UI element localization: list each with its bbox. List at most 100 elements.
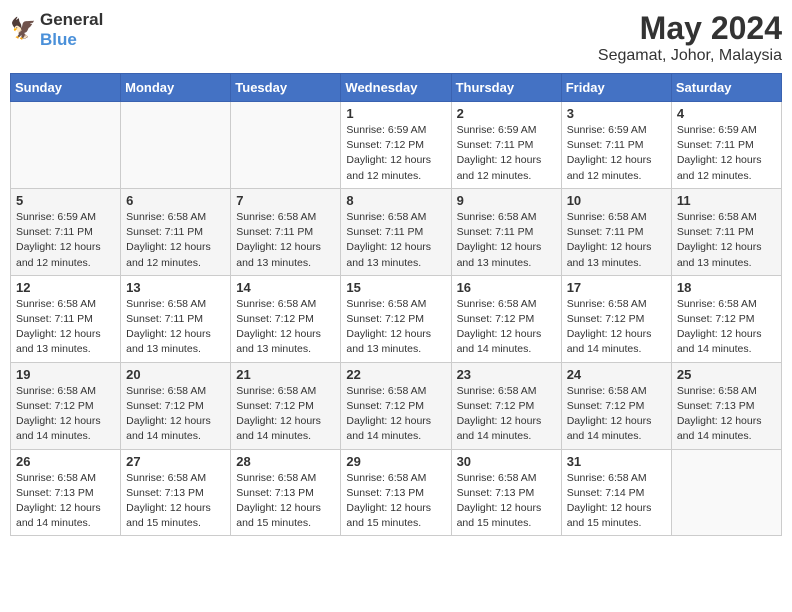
day-number: 22 <box>346 367 445 382</box>
calendar-cell: 9 Sunrise: 6:58 AM Sunset: 7:11 PM Daylig… <box>451 188 561 275</box>
day-info: Sunrise: 6:58 AM Sunset: 7:11 PM Dayligh… <box>677 210 776 271</box>
calendar-cell: 22 Sunrise: 6:58 AM Sunset: 7:12 PM Dayli… <box>341 362 451 449</box>
day-number: 6 <box>126 193 225 208</box>
day-number: 26 <box>16 454 115 469</box>
day-info: Sunrise: 6:58 AM Sunset: 7:12 PM Dayligh… <box>457 297 556 358</box>
day-info: Sunrise: 6:58 AM Sunset: 7:11 PM Dayligh… <box>236 210 335 271</box>
day-number: 14 <box>236 280 335 295</box>
calendar-cell: 23Sunrise: 6:58 AM Sunset: 7:12 PM Dayli… <box>451 362 561 449</box>
month-year-title: May 2024 <box>598 10 782 47</box>
day-info: Sunrise: 6:58 AM Sunset: 7:12 PM Dayligh… <box>346 384 445 445</box>
day-info: Sunrise: 6:58 AM Sunset: 7:13 PM Dayligh… <box>457 471 556 532</box>
day-number: 28 <box>236 454 335 469</box>
calendar-cell: 10 Sunrise: 6:58 AM Sunset: 7:11 PM Dayli… <box>561 188 671 275</box>
calendar-cell: 29 Sunrise: 6:58 AM Sunset: 7:13 PM Dayli… <box>341 449 451 536</box>
calendar-cell <box>121 102 231 189</box>
day-number: 11 <box>677 193 776 208</box>
day-info: Sunrise: 6:58 AM Sunset: 7:12 PM Dayligh… <box>346 297 445 358</box>
weekday-header: Tuesday <box>231 74 341 102</box>
day-info: Sunrise: 6:58 AM Sunset: 7:12 PM Dayligh… <box>126 384 225 445</box>
calendar-week-row: 26 Sunrise: 6:58 AM Sunset: 7:13 PM Dayli… <box>11 449 782 536</box>
day-number: 19 <box>16 367 115 382</box>
day-number: 24 <box>567 367 666 382</box>
calendar-cell: 6Sunrise: 6:58 AM Sunset: 7:11 PM Daylig… <box>121 188 231 275</box>
day-number: 25 <box>677 367 776 382</box>
day-info: Sunrise: 6:58 AM Sunset: 7:13 PM Dayligh… <box>677 384 776 445</box>
day-number: 4 <box>677 106 776 121</box>
day-info: Sunrise: 6:58 AM Sunset: 7:11 PM Dayligh… <box>16 297 115 358</box>
calendar-cell: 24 Sunrise: 6:58 AM Sunset: 7:12 PM Dayli… <box>561 362 671 449</box>
day-number: 1 <box>346 106 445 121</box>
calendar-cell: 4 Sunrise: 6:59 AM Sunset: 7:11 PM Daylig… <box>671 102 781 189</box>
day-number: 2 <box>457 106 556 121</box>
calendar-cell: 11 Sunrise: 6:58 AM Sunset: 7:11 PM Dayli… <box>671 188 781 275</box>
weekday-header: Thursday <box>451 74 561 102</box>
day-info: Sunrise: 6:58 AM Sunset: 7:11 PM Dayligh… <box>346 210 445 271</box>
calendar-table: SundayMondayTuesdayWednesdayThursdayFrid… <box>10 73 782 536</box>
day-number: 20 <box>126 367 225 382</box>
day-number: 15 <box>346 280 445 295</box>
logo-text: General Blue <box>40 10 103 51</box>
calendar-cell: 28Sunrise: 6:58 AM Sunset: 7:13 PM Dayli… <box>231 449 341 536</box>
day-info: Sunrise: 6:59 AM Sunset: 7:11 PM Dayligh… <box>677 123 776 184</box>
day-info: Sunrise: 6:58 AM Sunset: 7:13 PM Dayligh… <box>126 471 225 532</box>
day-info: Sunrise: 6:59 AM Sunset: 7:12 PM Dayligh… <box>346 123 445 184</box>
day-info: Sunrise: 6:58 AM Sunset: 7:11 PM Dayligh… <box>567 210 666 271</box>
calendar-header-row: SundayMondayTuesdayWednesdayThursdayFrid… <box>11 74 782 102</box>
day-number: 12 <box>16 280 115 295</box>
day-number: 27 <box>126 454 225 469</box>
calendar-cell: 15 Sunrise: 6:58 AM Sunset: 7:12 PM Dayli… <box>341 275 451 362</box>
calendar-cell: 17 Sunrise: 6:58 AM Sunset: 7:12 PM Dayli… <box>561 275 671 362</box>
day-info: Sunrise: 6:58 AM Sunset: 7:12 PM Dayligh… <box>236 384 335 445</box>
day-info: Sunrise: 6:58 AM Sunset: 7:12 PM Dayligh… <box>16 384 115 445</box>
day-info: Sunrise: 6:58 AM Sunset: 7:12 PM Dayligh… <box>236 297 335 358</box>
calendar-cell: 27 Sunrise: 6:58 AM Sunset: 7:13 PM Dayli… <box>121 449 231 536</box>
calendar-cell: 18Sunrise: 6:58 AM Sunset: 7:12 PM Dayli… <box>671 275 781 362</box>
day-number: 21 <box>236 367 335 382</box>
weekday-header: Wednesday <box>341 74 451 102</box>
day-number: 10 <box>567 193 666 208</box>
calendar-cell <box>231 102 341 189</box>
calendar-cell: 12 Sunrise: 6:58 AM Sunset: 7:11 PM Dayli… <box>11 275 121 362</box>
day-number: 9 <box>457 193 556 208</box>
day-info: Sunrise: 6:58 AM Sunset: 7:14 PM Dayligh… <box>567 471 666 532</box>
day-number: 17 <box>567 280 666 295</box>
calendar-cell: 7 Sunrise: 6:58 AM Sunset: 7:11 PM Daylig… <box>231 188 341 275</box>
calendar-cell <box>671 449 781 536</box>
weekday-header: Sunday <box>11 74 121 102</box>
calendar-cell: 20 Sunrise: 6:58 AM Sunset: 7:12 PM Dayli… <box>121 362 231 449</box>
calendar-cell <box>11 102 121 189</box>
page-header: 🦅 General Blue May 2024 Segamat, Johor, … <box>10 10 782 65</box>
calendar-cell: 25 Sunrise: 6:58 AM Sunset: 7:13 PM Dayli… <box>671 362 781 449</box>
calendar-cell: 30Sunrise: 6:58 AM Sunset: 7:13 PM Dayli… <box>451 449 561 536</box>
calendar-cell: 21 Sunrise: 6:58 AM Sunset: 7:12 PM Dayli… <box>231 362 341 449</box>
day-info: Sunrise: 6:58 AM Sunset: 7:13 PM Dayligh… <box>346 471 445 532</box>
weekday-header: Monday <box>121 74 231 102</box>
weekday-header: Saturday <box>671 74 781 102</box>
day-info: Sunrise: 6:58 AM Sunset: 7:12 PM Dayligh… <box>677 297 776 358</box>
day-number: 13 <box>126 280 225 295</box>
day-info: Sunrise: 6:59 AM Sunset: 7:11 PM Dayligh… <box>457 123 556 184</box>
calendar-week-row: 19 Sunrise: 6:58 AM Sunset: 7:12 PM Dayli… <box>11 362 782 449</box>
logo-icon: 🦅 <box>10 16 38 44</box>
calendar-cell: 31 Sunrise: 6:58 AM Sunset: 7:14 PM Dayli… <box>561 449 671 536</box>
calendar-week-row: 12 Sunrise: 6:58 AM Sunset: 7:11 PM Dayli… <box>11 275 782 362</box>
day-info: Sunrise: 6:58 AM Sunset: 7:13 PM Dayligh… <box>16 471 115 532</box>
day-number: 31 <box>567 454 666 469</box>
day-number: 23 <box>457 367 556 382</box>
day-info: Sunrise: 6:58 AM Sunset: 7:12 PM Dayligh… <box>567 384 666 445</box>
day-number: 7 <box>236 193 335 208</box>
day-number: 29 <box>346 454 445 469</box>
title-area: May 2024 Segamat, Johor, Malaysia <box>598 10 782 65</box>
day-info: Sunrise: 6:58 AM Sunset: 7:11 PM Dayligh… <box>457 210 556 271</box>
calendar-cell: 2 Sunrise: 6:59 AM Sunset: 7:11 PM Daylig… <box>451 102 561 189</box>
calendar-week-row: 1 Sunrise: 6:59 AM Sunset: 7:12 PM Daylig… <box>11 102 782 189</box>
day-info: Sunrise: 6:58 AM Sunset: 7:11 PM Dayligh… <box>126 297 225 358</box>
location-subtitle: Segamat, Johor, Malaysia <box>598 47 782 65</box>
day-info: Sunrise: 6:59 AM Sunset: 7:11 PM Dayligh… <box>16 210 115 271</box>
calendar-cell: 16Sunrise: 6:58 AM Sunset: 7:12 PM Dayli… <box>451 275 561 362</box>
calendar-cell: 14 Sunrise: 6:58 AM Sunset: 7:12 PM Dayli… <box>231 275 341 362</box>
calendar-cell: 26 Sunrise: 6:58 AM Sunset: 7:13 PM Dayli… <box>11 449 121 536</box>
day-number: 8 <box>346 193 445 208</box>
day-info: Sunrise: 6:58 AM Sunset: 7:12 PM Dayligh… <box>567 297 666 358</box>
